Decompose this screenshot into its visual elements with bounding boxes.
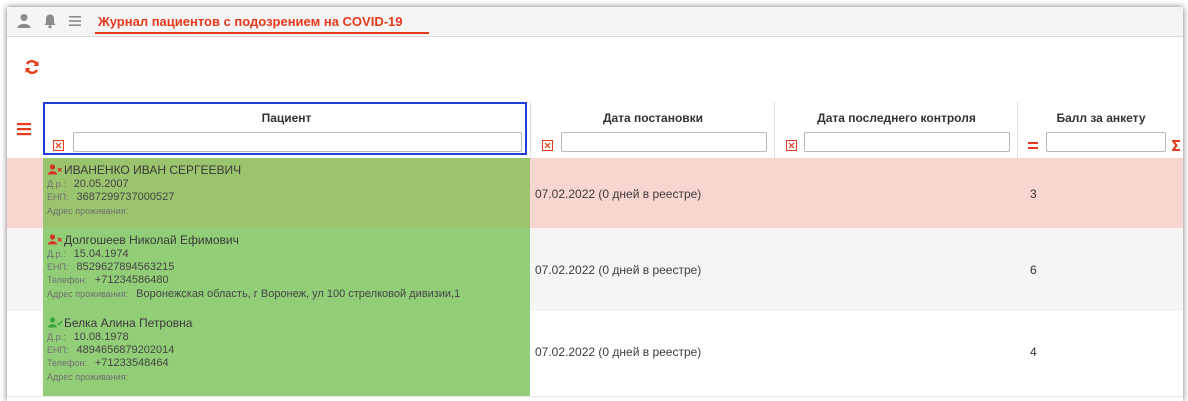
patient-phone: Телефон: +71234586480	[47, 274, 169, 286]
toolbar	[7, 37, 1183, 102]
grid-header: Пациент Дата постановки Дата последнего …	[7, 102, 1183, 159]
app-window: Журнал пациентов с подозрением на COVID-…	[7, 7, 1183, 401]
registration-date-cell: 07.02.2022 (0 дней в реестре)	[535, 345, 702, 359]
patient-address: Адрес проживания:	[47, 372, 129, 382]
user-icon[interactable]	[17, 13, 31, 29]
user-remove-icon	[48, 234, 62, 245]
clear-filter-icon[interactable]	[542, 140, 553, 151]
patient-dob: Д.р.: 10.08.1978	[47, 331, 129, 343]
hamburger-icon[interactable]	[68, 13, 82, 29]
patient-name[interactable]: ИВАНЕНКО ИВАН СЕРГЕЕВИЧ	[64, 163, 241, 177]
patient-dob: Д.р.: 20.05.2007	[47, 178, 129, 190]
patient-cell: ИВАНЕНКО ИВАН СЕРГЕЕВИЧ Д.р.: 20.05.2007 …	[43, 158, 530, 228]
bell-icon[interactable]	[43, 13, 57, 29]
column-patient: Пациент	[43, 102, 530, 158]
score-cell: 3	[1030, 187, 1037, 201]
patient-phone: Телефон: +71233548464	[47, 357, 169, 369]
column-header-questionnaire-score[interactable]: Балл за анкету	[1018, 111, 1183, 125]
registration-date-filter-input[interactable]	[561, 132, 767, 152]
patient-name[interactable]: Долгошеев Николай Ефимович	[64, 233, 239, 247]
patient-filter-input[interactable]	[73, 132, 522, 152]
top-bar: Журнал пациентов с подозрением на COVID-…	[7, 7, 1183, 37]
table-row[interactable]: ИВАНЕНКО ИВАН СЕРГЕЕВИЧ Д.р.: 20.05.2007 …	[7, 158, 1183, 229]
column-questionnaire-score: Балл за анкету	[1017, 102, 1183, 158]
column-header-registration-date[interactable]: Дата постановки	[531, 111, 775, 125]
page-title-tab[interactable]: Журнал пациентов с подозрением на COVID-…	[95, 14, 429, 34]
clear-filter-icon[interactable]	[786, 140, 797, 151]
clear-filter-icon[interactable]	[53, 140, 64, 151]
refresh-icon[interactable]	[24, 59, 40, 75]
score-cell: 6	[1030, 263, 1037, 277]
column-menu-icon[interactable]	[17, 122, 31, 136]
user-check-icon	[48, 317, 62, 328]
patient-enp: ЕНП: 8529627894563215	[47, 261, 175, 273]
column-registration-date: Дата постановки	[530, 102, 775, 158]
patient-enp: ЕНП: 4894656879202014	[47, 344, 175, 356]
patient-cell: Белка Алина Петровна Д.р.: 10.08.1978 ЕНП…	[43, 311, 530, 396]
patient-address: Адрес проживания: Воронежская область, г …	[47, 288, 461, 300]
column-header-last-control-date[interactable]: Дата последнего контроля	[775, 111, 1018, 125]
score-filter-input[interactable]	[1046, 132, 1166, 152]
table-row[interactable]: Белка Алина Петровна Д.р.: 10.08.1978 ЕНП…	[7, 311, 1183, 397]
patient-enp: ЕНП: 3687299737000527	[47, 191, 175, 203]
registration-date-cell: 07.02.2022 (0 дней в реестре)	[535, 187, 702, 201]
user-remove-icon	[48, 164, 62, 175]
equals-icon[interactable]	[1028, 141, 1038, 150]
patient-cell: Долгошеев Николай Ефимович Д.р.: 15.04.19…	[43, 228, 530, 311]
patient-dob: Д.р.: 15.04.1974	[47, 248, 129, 260]
column-last-control-date: Дата последнего контроля	[774, 102, 1018, 158]
last-control-date-filter-input[interactable]	[804, 132, 1010, 152]
column-header-patient[interactable]: Пациент	[43, 111, 530, 125]
table-row[interactable]: Долгошеев Николай Ефимович Д.р.: 15.04.19…	[7, 228, 1183, 312]
patient-name[interactable]: Белка Алина Петровна	[64, 316, 192, 330]
registration-date-cell: 07.02.2022 (0 дней в реестре)	[535, 263, 702, 277]
patient-address: Адрес проживания:	[47, 206, 129, 216]
sigma-icon[interactable]	[1172, 140, 1181, 151]
score-cell: 4	[1030, 345, 1037, 359]
